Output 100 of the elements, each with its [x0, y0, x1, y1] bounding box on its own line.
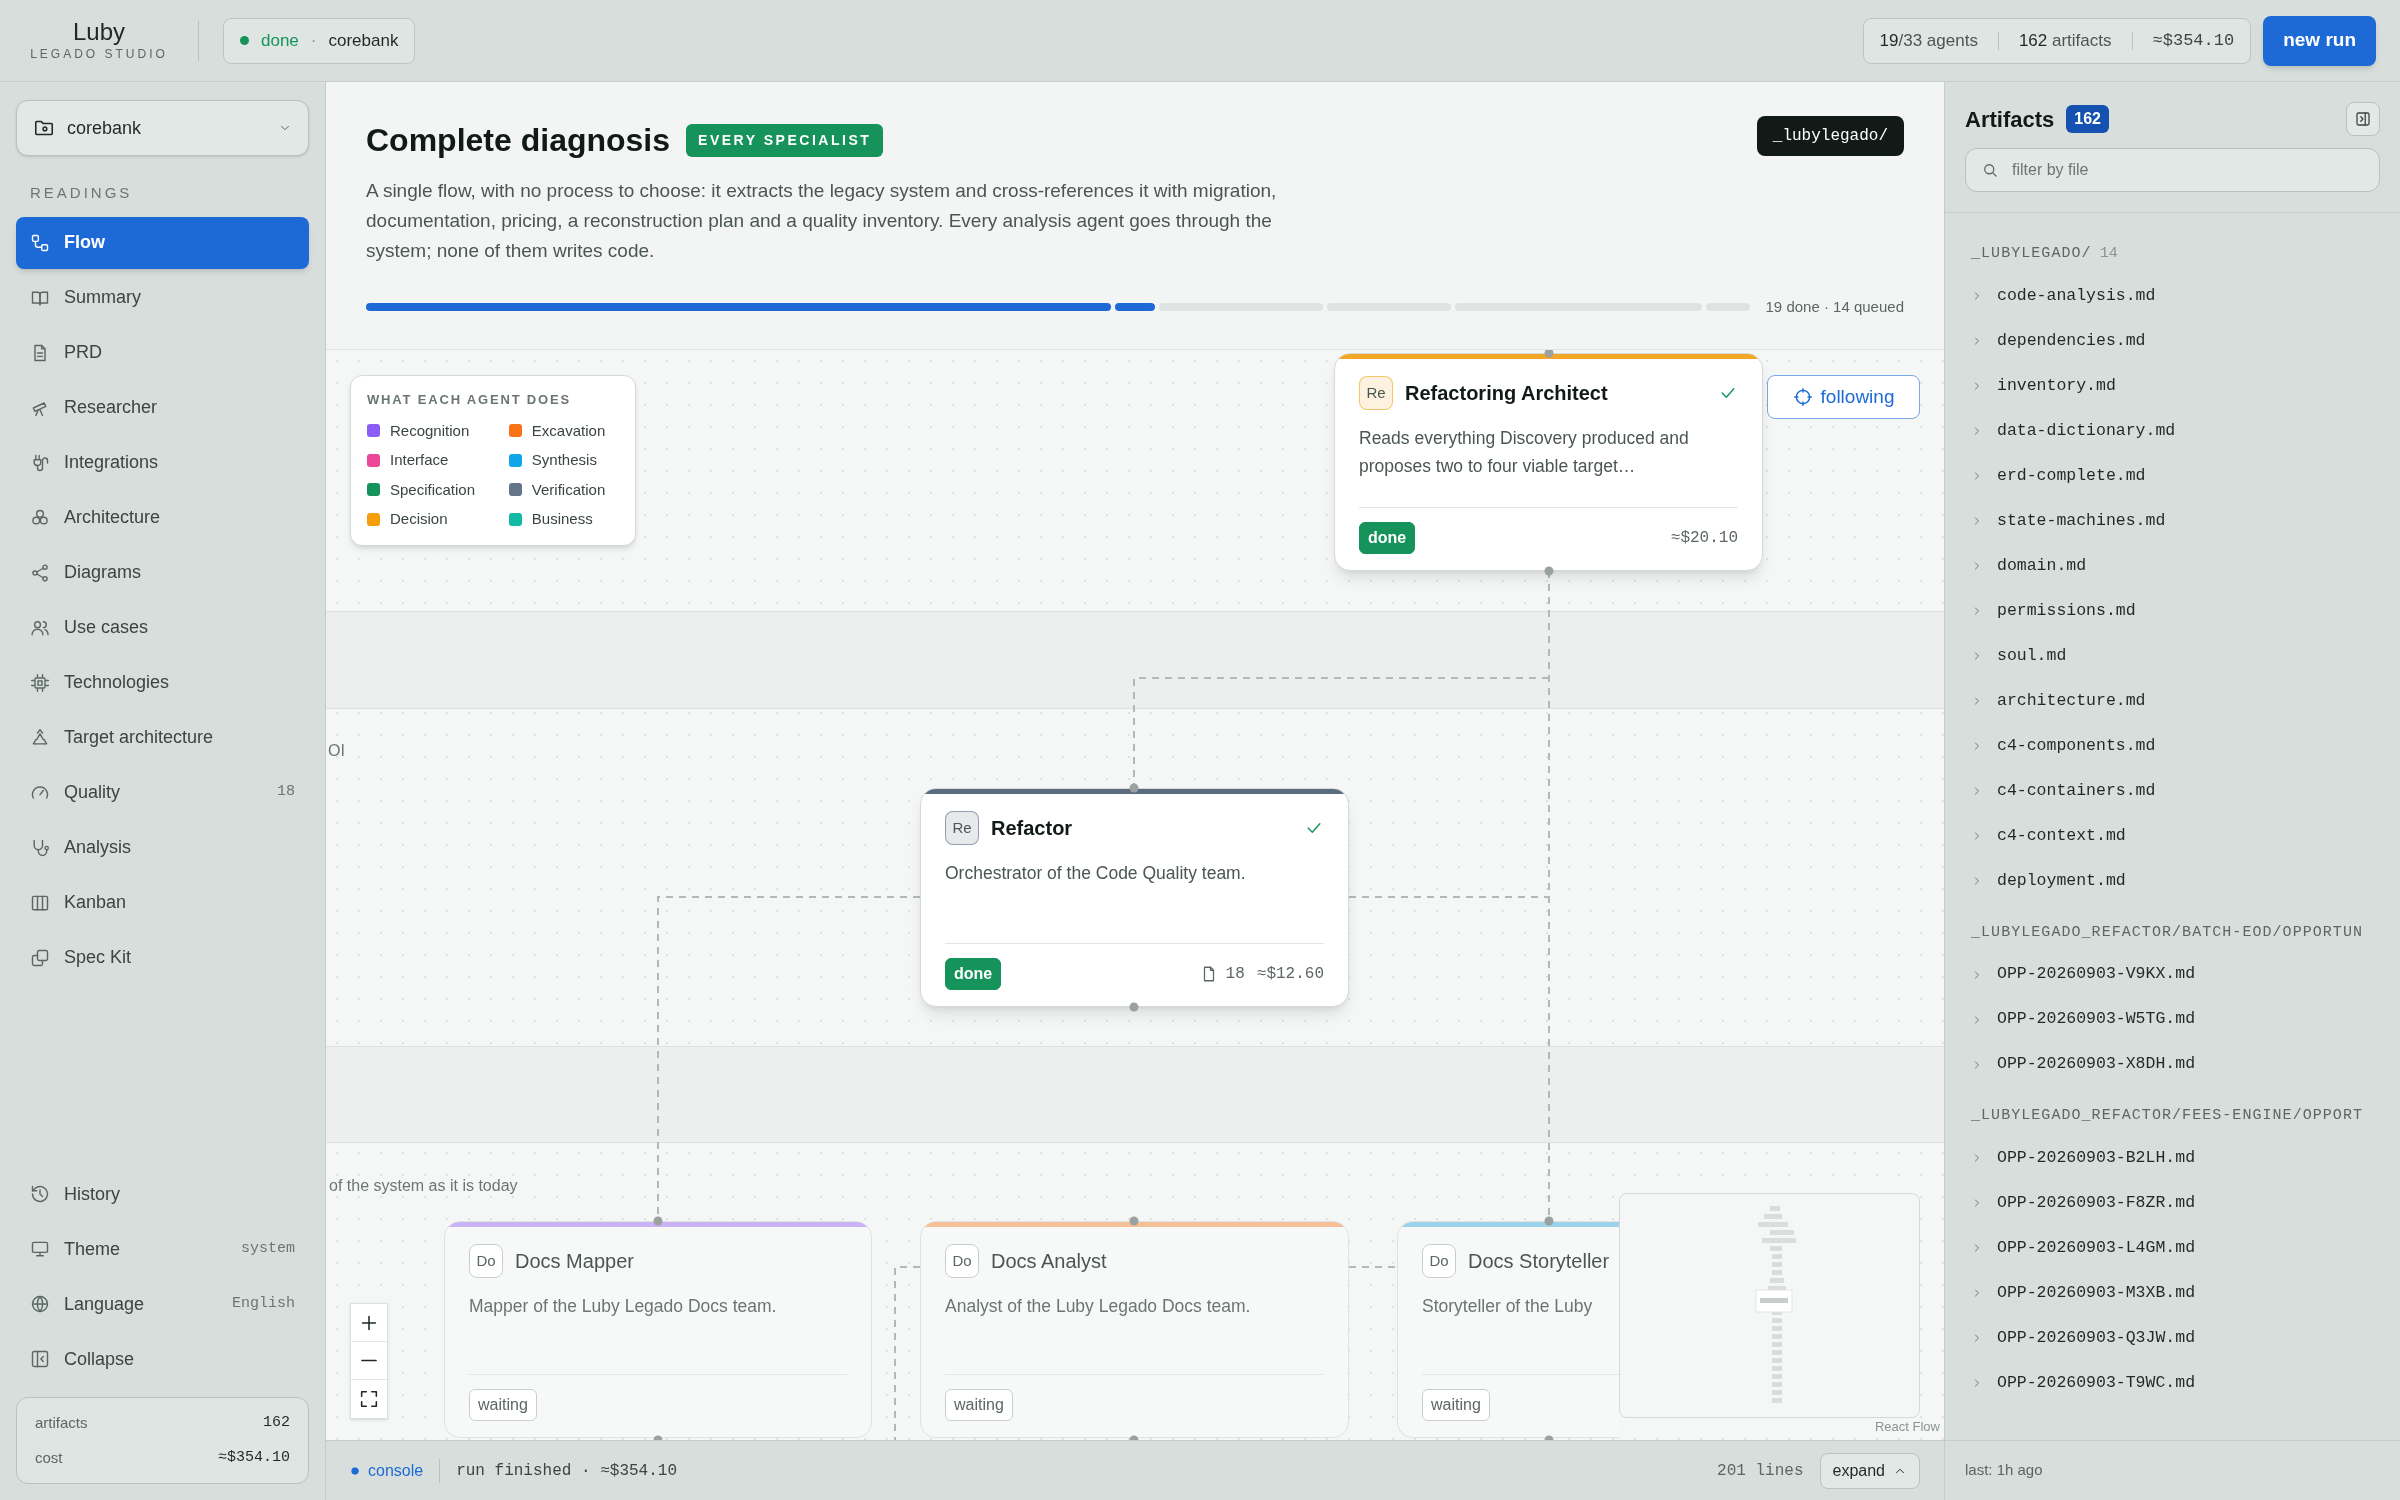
last-updated: last: 1h ago	[1965, 1460, 2043, 1481]
console-message: run finished · ≈$354.10	[456, 1460, 677, 1482]
nav-item[interactable]: Kanban	[16, 876, 309, 929]
node-cost: ≈$12.60	[1256, 964, 1324, 985]
item-count: 18	[277, 782, 295, 803]
panel-title: Artifacts	[1965, 105, 2055, 134]
node-title: Refactor	[991, 816, 1074, 841]
nav-item[interactable]: Target architecture	[16, 711, 309, 764]
share-icon	[30, 562, 50, 583]
agent-node[interactable]: Do Docs Storyteller Storyteller of the Luby waiting	[1397, 1221, 1619, 1438]
agent-node[interactable]: Re Refactoring Architect Reads everything Discovery produced and proposes two to four viable target… done ≈$20.10	[1334, 353, 1763, 571]
nav-item[interactable]: Architecture	[16, 491, 309, 544]
new-run-button[interactable]: new run	[2263, 15, 2376, 66]
node-title: Docs Storyteller	[1468, 1249, 1611, 1274]
agent-avatar: Re	[1359, 376, 1393, 410]
expand-button[interactable]: expand	[1819, 1452, 1920, 1489]
nav-item[interactable]: Theme system	[16, 1223, 309, 1275]
count-badge: 162	[2066, 105, 2109, 133]
collapse-icon	[30, 1349, 50, 1369]
group-label: _LUBYLEGADO_REFACTOR/FEES-ENGINE/OPPORT	[1971, 1106, 2363, 1126]
history-icon	[30, 1184, 50, 1204]
setting-value: system	[241, 1238, 295, 1259]
category-badge: EVERY SPECIALIST	[686, 123, 884, 157]
copy-icon	[30, 947, 50, 968]
file-row[interactable]: state-machines.md	[1971, 498, 2400, 544]
nav-item[interactable]: Use cases	[16, 601, 309, 654]
agent-avatar: Do	[469, 1244, 503, 1278]
connector-line	[1348, 1266, 1398, 1268]
stat-text: 162 artifacts	[2018, 29, 2112, 52]
minimap[interactable]	[1619, 1193, 1920, 1418]
status-badge: done	[1359, 522, 1416, 554]
legend-label: Recognition	[390, 420, 470, 441]
path-chip: _lubylegado/	[1756, 116, 1904, 156]
file-row[interactable]: c4-context.md	[1971, 813, 2400, 859]
nav-item[interactable]: Researcher	[16, 381, 309, 434]
status-badge: waiting	[945, 1389, 1013, 1421]
nav-item[interactable]: Collapse	[16, 1333, 309, 1385]
panel-icon	[2354, 110, 2372, 128]
status-badge: waiting	[1422, 1389, 1490, 1421]
total-label: artifacts	[35, 1413, 88, 1433]
file-row[interactable]: OPP-20260903-B2LH.md	[1971, 1135, 2400, 1181]
lane-label: of the system as it is today	[329, 1176, 518, 1196]
legend-label: Excavation	[531, 420, 606, 441]
node-description: Mapper of the Luby Legado Docs team.	[469, 1295, 777, 1318]
file-row[interactable]: dependencies.md	[1971, 318, 2400, 364]
monitor-icon	[30, 1239, 50, 1259]
file-row[interactable]: OPP-20260903-T9WC.md	[1971, 1360, 2400, 1406]
file-row[interactable]: c4-components.md	[1971, 723, 2400, 769]
file-row[interactable]: data-dictionary.md	[1971, 408, 2400, 454]
file-row[interactable]: inventory.md	[1971, 363, 2400, 409]
project-select[interactable]: corebank	[16, 100, 309, 156]
nav-item[interactable]: Quality 18	[16, 766, 309, 819]
console-tab[interactable]: console	[350, 1458, 424, 1483]
fit-view-icon	[358, 1388, 380, 1410]
flow-icon	[30, 232, 50, 253]
nav-item[interactable]: Flow	[16, 216, 309, 269]
agent-node[interactable]: Do Docs Mapper Mapper of the Luby Legado Docs team. waiting	[444, 1221, 872, 1438]
file-row[interactable]: architecture.md	[1971, 678, 2400, 724]
file-row[interactable]: c4-containers.md	[1971, 768, 2400, 814]
file-row[interactable]: soul.md	[1971, 633, 2400, 679]
node-description: Storyteller of the Luby	[1422, 1295, 1593, 1318]
agent-avatar: Re	[945, 811, 979, 845]
agent-node[interactable]: Do Docs Analyst Analyst of the Luby Legado Docs team. waiting	[920, 1221, 1349, 1438]
nav-item[interactable]: Spec Kit	[16, 931, 309, 984]
section-label: READINGS	[29, 183, 134, 203]
file-row[interactable]: deployment.md	[1971, 858, 2400, 904]
nav-item[interactable]: History	[16, 1168, 309, 1220]
file-row[interactable]: OPP-20260903-W5TG.md	[1971, 997, 2400, 1042]
file-row[interactable]: OPP-20260903-Q3JW.md	[1971, 1315, 2400, 1361]
agent-node[interactable]: Re Refactor Orchestrator of the Code Quality team. done 18 ≈$12.60	[920, 788, 1349, 1007]
agent-avatar: Do	[945, 1244, 979, 1278]
file-row[interactable]: OPP-20260903-M3XB.md	[1971, 1270, 2400, 1316]
legend-label: Specification	[390, 479, 476, 500]
legend-title: WHAT EACH AGENT DOES	[367, 391, 572, 409]
legend-label: Decision	[390, 509, 448, 529]
nav-item[interactable]: Analysis	[16, 821, 309, 874]
following-button[interactable]: following	[1767, 375, 1920, 419]
nav-item[interactable]: Language English	[16, 1278, 309, 1330]
file-row[interactable]: erd-complete.md	[1971, 453, 2400, 499]
nav-item[interactable]: Integrations	[16, 436, 309, 489]
file-row[interactable]: OPP-20260903-X8DH.md	[1971, 1042, 2400, 1087]
collapse-panel-button[interactable]	[2346, 102, 2380, 136]
group-label: _LUBYLEGADO_REFACTOR/BATCH-EOD/OPPORTUN	[1971, 922, 2363, 943]
file-row[interactable]: OPP-20260903-L4GM.md	[1971, 1225, 2400, 1271]
search-field[interactable]: filter by file	[1965, 148, 2380, 192]
node-description: Orchestrator of the Code Quality team.	[945, 862, 1247, 885]
group-count: 14	[2099, 244, 2118, 264]
crosshair-icon	[1792, 387, 1813, 407]
file-row[interactable]: code-analysis.md	[1971, 273, 2400, 319]
file-row[interactable]: permissions.md	[1971, 588, 2400, 634]
nav-item[interactable]: Technologies	[16, 656, 309, 709]
file-row[interactable]: OPP-20260903-V9KX.md	[1971, 952, 2400, 997]
file-row[interactable]: domain.md	[1971, 543, 2400, 589]
nav-item[interactable]: Diagrams	[16, 546, 309, 599]
nav-item[interactable]: Summary	[16, 271, 309, 324]
nav-item[interactable]: PRD	[16, 326, 309, 379]
file-row[interactable]: OPP-20260903-F8ZR.md	[1971, 1180, 2400, 1226]
minus-icon	[361, 1359, 377, 1362]
chip-icon	[30, 672, 50, 693]
file-count: 18	[1225, 964, 1245, 985]
